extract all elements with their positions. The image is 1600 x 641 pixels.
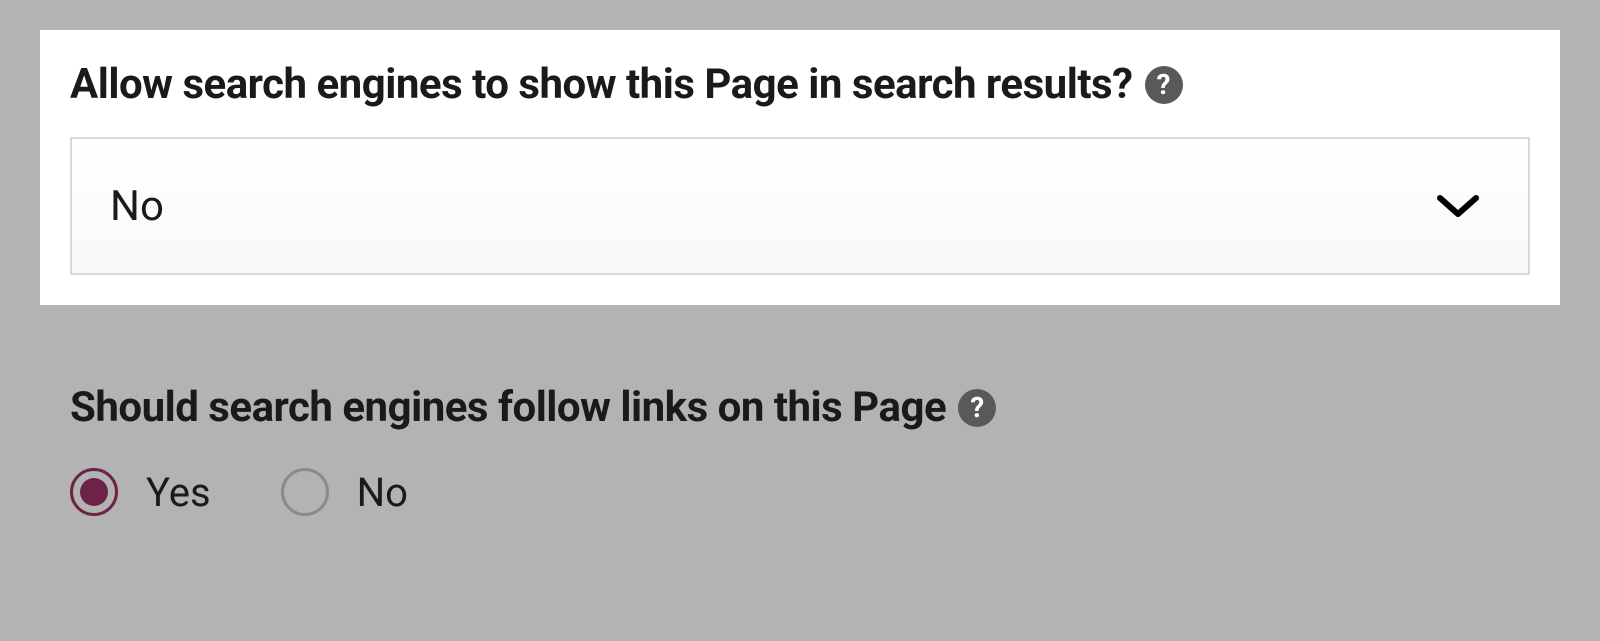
allow-search-label-row: Allow search engines to show this Page i…: [70, 60, 1530, 109]
help-icon[interactable]: ?: [1145, 66, 1183, 104]
radio-icon-unselected: [281, 468, 329, 516]
chevron-down-icon: [1436, 184, 1480, 228]
follow-links-label: Should search engines follow links on th…: [70, 383, 946, 432]
help-icon[interactable]: ?: [958, 389, 996, 427]
allow-search-select[interactable]: No: [70, 137, 1530, 275]
allow-search-label: Allow search engines to show this Page i…: [70, 60, 1133, 109]
follow-links-label-row: Should search engines follow links on th…: [70, 383, 1560, 432]
follow-links-radio-yes[interactable]: Yes: [70, 468, 211, 516]
radio-icon-selected: [70, 468, 118, 516]
follow-links-section: Should search engines follow links on th…: [70, 383, 1560, 516]
allow-search-panel: Allow search engines to show this Page i…: [40, 30, 1560, 305]
follow-links-radio-no[interactable]: No: [281, 468, 408, 516]
radio-label-yes: Yes: [146, 469, 211, 516]
radio-inner-dot: [80, 478, 108, 506]
radio-label-no: No: [357, 469, 408, 516]
follow-links-radio-group: Yes No: [70, 468, 1560, 516]
allow-search-selected-value: No: [110, 182, 164, 231]
